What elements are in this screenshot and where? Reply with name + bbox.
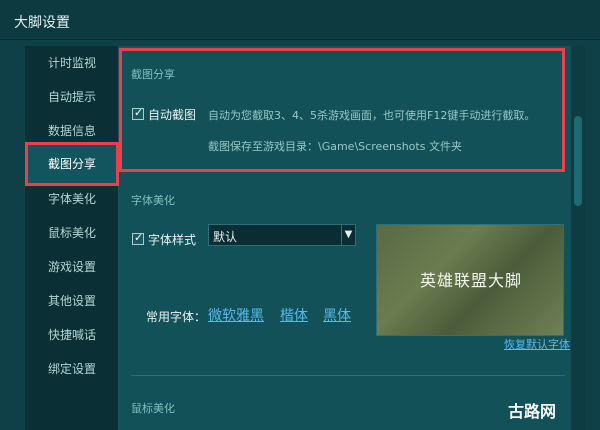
check-icon: ✓: [134, 231, 144, 244]
sidebar: 计时监视 自动提示 数据信息 截图分享 字体美化 鼠标美化 游戏设置 其他设置 …: [25, 46, 119, 430]
restore-default-font-link[interactable]: 恢复默认字体: [504, 336, 570, 352]
settings-panel: 截图分享 ✓ 自动截图 自动为您截取3、4、5杀游戏画面，也可使用F12键手动进…: [119, 46, 571, 430]
auto-screenshot-label: 自动截图: [148, 108, 197, 122]
font-style-select[interactable]: 默认 ▼: [208, 224, 356, 246]
screenshot-section-title: 截图分享: [131, 68, 175, 81]
title-bar: 大脚设置: [0, 0, 600, 40]
sidebar-item-auto-tips[interactable]: 自动提示: [25, 80, 119, 114]
sidebar-item-timer[interactable]: 计时监视: [25, 46, 119, 80]
scrollbar[interactable]: [571, 46, 585, 430]
check-icon: ✓: [134, 106, 144, 119]
auto-screenshot-checkbox[interactable]: ✓: [132, 106, 144, 120]
sidebar-item-screenshot-share[interactable]: 截图分享: [25, 142, 119, 186]
window-title: 大脚设置: [14, 15, 70, 31]
screenshot-hint-line2: 截图保存至游戏目录：\Game\Screenshots 文件夹: [208, 140, 462, 153]
sidebar-item-mouse-beautify[interactable]: 鼠标美化: [25, 216, 119, 250]
sidebar-item-game-settings[interactable]: 游戏设置: [25, 250, 119, 284]
sidebar-item-bind-settings[interactable]: 绑定设置: [25, 352, 119, 386]
sidebar-item-other-settings[interactable]: 其他设置: [25, 284, 119, 318]
screenshot-hint-line1: 自动为您截取3、4、5杀游戏画面，也可使用F12键手动进行截取。: [208, 109, 536, 122]
font-option-kaiti[interactable]: 楷体: [280, 305, 308, 325]
font-style-value: 默认: [213, 230, 238, 244]
section-divider: [131, 375, 565, 376]
chevron-down-icon[interactable]: ▼: [341, 225, 355, 245]
sidebar-item-font-beautify[interactable]: 字体美化: [25, 182, 119, 216]
sidebar-item-quick-chat[interactable]: 快捷喊话: [25, 318, 119, 352]
font-section-title: 字体美化: [131, 194, 175, 207]
font-preview-image: 英雄联盟大脚: [376, 224, 564, 336]
font-option-heiti[interactable]: 黑体: [323, 305, 351, 325]
mouse-section-title: 鼠标美化: [131, 402, 175, 415]
font-option-yahei[interactable]: 微软雅黑: [208, 305, 264, 325]
font-style-checkbox[interactable]: ✓: [132, 231, 144, 245]
font-style-label: 字体样式: [148, 233, 197, 247]
scrollbar-thumb[interactable]: [574, 116, 582, 206]
watermark-logo: 古路网: [508, 402, 557, 421]
common-fonts-label: 常用字体：: [146, 310, 207, 324]
font-preview-text: 英雄联盟大脚: [419, 271, 522, 290]
